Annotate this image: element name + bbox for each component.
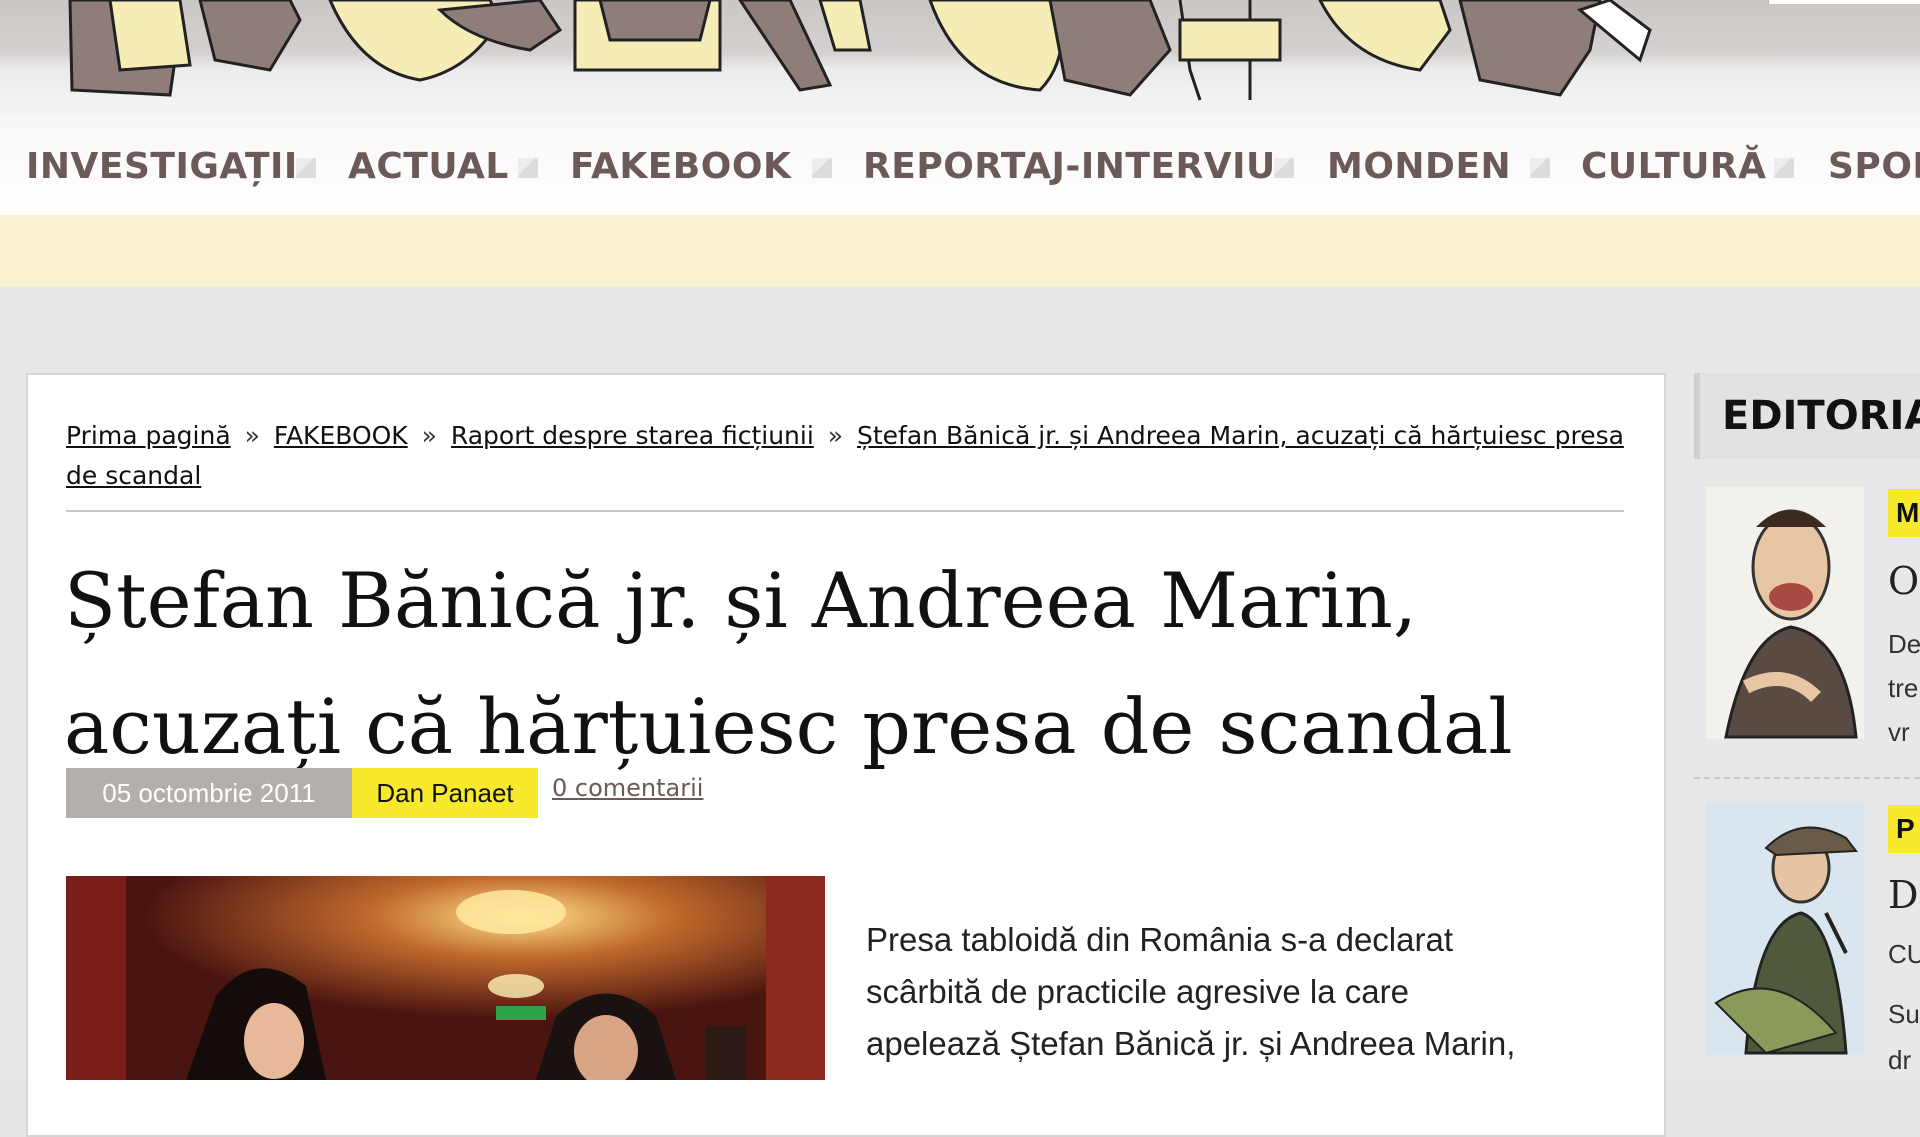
- nav-item-fakebook[interactable]: FAKEBOOK: [570, 146, 791, 190]
- announcement-band: [0, 215, 1920, 287]
- caricature-image: [1714, 826, 1858, 1055]
- sidebar-item-text: dr: [1888, 1045, 1912, 1075]
- sidebar-item-text: vr: [1888, 717, 1910, 747]
- breadcrumb-separator: »: [421, 421, 437, 450]
- columnist-avatar[interactable]: [1706, 487, 1864, 739]
- sidebar-item-title[interactable]: O: [1888, 559, 1919, 603]
- article-title: Ștefan Bănică jr. și Andreea Marin, acuz…: [64, 556, 1513, 771]
- columnist-avatar[interactable]: [1706, 803, 1864, 1055]
- sidebar-item-text: De: [1888, 629, 1920, 659]
- header-banner: [0, 0, 1920, 115]
- sidebar-item-text: Su: [1888, 999, 1920, 1029]
- breadcrumb: Prima pagină » FAKEBOOK » Raport despre …: [66, 416, 1626, 496]
- nav-item-actual[interactable]: ACTUAL: [348, 146, 509, 190]
- article-body: Presa tabloidă din România s-a declarat …: [866, 914, 1626, 1070]
- divider: [66, 510, 1624, 512]
- nav-item-sport[interactable]: SPOR: [1828, 146, 1920, 190]
- breadcrumb-separator: »: [244, 421, 260, 450]
- banner-illustration: [68, 0, 1652, 101]
- article-text-line: apelează Ștefan Bănică jr. și Andreea Ma…: [866, 1025, 1516, 1062]
- sidebar-item-tag: M: [1888, 489, 1920, 537]
- nav-item-investigatii[interactable]: INVESTIGAȚII: [26, 146, 298, 190]
- article-date: 05 octombrie 2011: [66, 768, 352, 818]
- editorial-sidebar: EDITORIA M O De tre vr P D CU Su dr: [1694, 373, 1920, 1080]
- author-link[interactable]: Dan Panaet: [352, 768, 538, 818]
- sidebar-heading: EDITORIA: [1694, 373, 1920, 459]
- nav-separator: [812, 158, 832, 178]
- nav-item-reportaj-interviu[interactable]: REPORTAJ-INTERVIU: [863, 146, 1276, 190]
- article-photo[interactable]: [66, 876, 825, 1080]
- article-text-line: Presa tabloidă din România s-a declarat: [866, 921, 1453, 958]
- nav-separator: [1274, 158, 1294, 178]
- search-input[interactable]: [1768, 0, 1920, 4]
- nav-separator: [1530, 158, 1550, 178]
- breadcrumb-home[interactable]: Prima pagină: [66, 421, 231, 450]
- nav-separator: [518, 158, 538, 178]
- nav-separator: [1774, 158, 1794, 178]
- breadcrumb-separator: »: [827, 421, 844, 450]
- sidebar-item-text: CU: [1888, 939, 1920, 969]
- sidebar-item-title[interactable]: D: [1888, 873, 1918, 917]
- comments-link[interactable]: 0 comentarii: [552, 768, 703, 818]
- sidebar-heading-text: EDITORIA: [1722, 393, 1920, 439]
- breadcrumb-section[interactable]: FAKEBOOK: [274, 421, 408, 450]
- nav-separator: [296, 158, 316, 178]
- breadcrumb-category[interactable]: Raport despre starea ficțiunii: [451, 421, 814, 450]
- sidebar-item-tag: P: [1888, 805, 1920, 853]
- article-image: [66, 876, 825, 1080]
- caricature-image: [1724, 509, 1858, 739]
- sidebar-divider: [1694, 777, 1920, 779]
- sidebar-item-text: tre: [1888, 673, 1919, 703]
- article-text-line: scârbită de practicile agresive la care: [866, 973, 1409, 1010]
- nav-item-monden[interactable]: MONDEN: [1327, 146, 1511, 190]
- nav-item-cultura[interactable]: CULTURĂ: [1581, 146, 1767, 190]
